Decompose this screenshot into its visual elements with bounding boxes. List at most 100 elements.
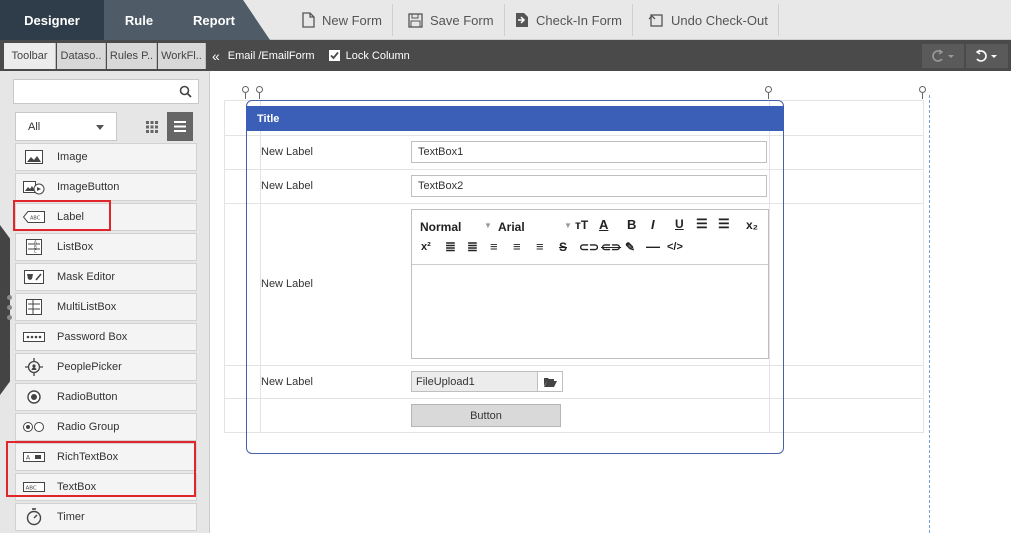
list-view-button[interactable] (167, 112, 193, 141)
svg-text:C: C (34, 249, 37, 254)
horizontal-rule-icon[interactable]: — (646, 238, 660, 254)
chevron-down-icon (96, 125, 104, 130)
tool-item-richtextbox[interactable]: A RichTextBox (15, 443, 197, 471)
tool-item-label: TextBox (57, 481, 97, 493)
column-pin-icon[interactable] (765, 86, 772, 93)
grid-view-button[interactable] (139, 112, 165, 141)
tool-item-textbox[interactable]: ABC TextBox (15, 473, 197, 501)
panel-tab-toolbar[interactable]: Toolbar (4, 43, 56, 69)
align-right-icon[interactable]: ≡ (536, 239, 544, 254)
undo-icon (975, 49, 997, 62)
form-title-bar[interactable]: Title (246, 106, 784, 131)
file-upload-name: FileUpload1 (412, 372, 538, 391)
row-label[interactable]: New Label (261, 278, 313, 290)
link-icon[interactable]: ⊂⊃ (579, 240, 599, 254)
tool-item-multilistbox[interactable]: MultiListBox (15, 293, 197, 321)
underline-icon[interactable]: U (675, 217, 684, 231)
textbox2-field[interactable]: TextBox2 (411, 175, 767, 197)
tab-rule[interactable]: Rule (104, 0, 174, 40)
row-label[interactable]: New Label (261, 180, 313, 192)
panel-tab-rules[interactable]: Rules P.. (107, 43, 157, 69)
tool-item-label: RichTextBox (57, 451, 119, 463)
grid-line (224, 100, 225, 432)
file-upload-control[interactable]: FileUpload1 (411, 371, 563, 392)
grid-view-icon (146, 120, 158, 133)
redo-button[interactable] (922, 44, 964, 68)
indent-icon[interactable]: ≣ (467, 239, 478, 255)
svg-text:ABC: ABC (30, 216, 41, 222)
search-icon[interactable] (179, 85, 192, 98)
unlink-icon[interactable]: ⊂⊃ (601, 240, 621, 254)
list-view-icon (174, 121, 186, 132)
ordered-list-icon[interactable]: ☰ (696, 216, 708, 232)
tool-item-label: Timer (57, 511, 85, 523)
rich-text-editor[interactable]: Normal ▼ Arial ▼ тT A B I U ☰ ☰ x₂ x² ≣ … (411, 209, 769, 359)
panel-tab-workflow[interactable]: WorkFl.. (158, 43, 206, 69)
tool-item-label: Image (57, 151, 88, 163)
tool-item-peoplepicker[interactable]: PeoplePicker (15, 353, 197, 381)
chevron-down-icon[interactable]: ▼ (484, 221, 492, 230)
tool-item-label: ListBox (57, 241, 94, 253)
toolbox-search-input[interactable] (13, 79, 199, 104)
pin-stem (768, 93, 769, 99)
undo-check-out-button[interactable]: Undo Check-Out (638, 4, 779, 36)
tool-item-imagebutton[interactable]: ImageButton (15, 173, 197, 201)
tab-designer[interactable]: Designer (0, 0, 104, 40)
bold-icon[interactable]: B (627, 217, 636, 232)
redo-icon (932, 49, 954, 62)
new-form-button[interactable]: New Form (292, 4, 393, 36)
save-form-label: Save Form (430, 12, 494, 28)
italic-icon[interactable]: I (651, 217, 655, 232)
eraser-icon[interactable]: ✎ (625, 240, 635, 254)
tool-item-timer[interactable]: Timer (15, 503, 197, 531)
column-pin-icon[interactable] (242, 86, 249, 93)
row-label[interactable]: New Label (261, 146, 313, 158)
panel-resize-handle[interactable] (0, 225, 10, 395)
undo-button[interactable] (966, 44, 1008, 68)
panel-tab-datasource[interactable]: Dataso.. (57, 43, 106, 69)
form-button[interactable]: Button (411, 404, 561, 427)
pin-stem (259, 93, 260, 99)
lock-column-checkbox[interactable] (328, 50, 340, 61)
folder-open-icon (543, 377, 557, 387)
column-pin-icon[interactable] (256, 86, 263, 93)
tool-item-mask-editor[interactable]: Mask Editor (15, 263, 197, 291)
tool-item-label[interactable]: ABC Label (15, 203, 197, 231)
subscript-icon[interactable]: x₂ (746, 218, 758, 232)
svg-text:ABC: ABC (26, 485, 37, 491)
check-in-icon (516, 13, 528, 27)
tool-item-image[interactable]: Image (15, 143, 197, 171)
paragraph-style-select[interactable]: Normal (420, 220, 461, 234)
check-in-form-button[interactable]: Check-In Form (505, 4, 633, 36)
row-label[interactable]: New Label (261, 376, 313, 388)
font-color-icon[interactable]: A (599, 217, 608, 232)
collapse-chevron-icon[interactable]: « (212, 48, 220, 64)
column-pin-icon[interactable] (919, 86, 926, 93)
source-code-icon[interactable]: </> (667, 241, 683, 253)
strikethrough-icon[interactable]: S (559, 240, 567, 254)
undo-check-out-label: Undo Check-Out (671, 12, 768, 28)
multilistbox-icon (23, 299, 45, 315)
image-icon (23, 149, 45, 165)
mask-editor-icon (23, 269, 45, 285)
lock-column-label: Lock Column (345, 49, 410, 62)
tool-item-password-box[interactable]: Password Box (15, 323, 197, 351)
listbox-icon: ABC (23, 239, 45, 255)
superscript-icon[interactable]: x² (421, 241, 431, 253)
chevron-down-icon[interactable]: ▼ (564, 221, 572, 230)
tool-item-radiobutton[interactable]: RadioButton (15, 383, 197, 411)
browse-folder-button[interactable] (537, 372, 562, 391)
save-form-button[interactable]: Save Form (398, 4, 505, 36)
tool-item-radio-group[interactable]: Radio Group (15, 413, 197, 441)
textbox1-field[interactable]: TextBox1 (411, 141, 767, 163)
align-center-icon[interactable]: ≡ (513, 239, 521, 254)
align-left-icon[interactable]: ≡ (490, 239, 498, 254)
outdent-icon[interactable]: ≣ (445, 239, 456, 255)
unordered-list-icon[interactable]: ☰ (718, 216, 730, 232)
tool-item-listbox[interactable]: ABC ListBox (15, 233, 197, 261)
toolbox-filter-select[interactable]: All (15, 112, 117, 141)
rte-toolbar: Normal ▼ Arial ▼ тT A B I U ☰ ☰ x₂ x² ≣ … (412, 210, 768, 265)
font-family-select[interactable]: Arial (498, 220, 525, 234)
checkmark-icon (329, 51, 339, 60)
font-size-icon[interactable]: тT (575, 218, 588, 232)
